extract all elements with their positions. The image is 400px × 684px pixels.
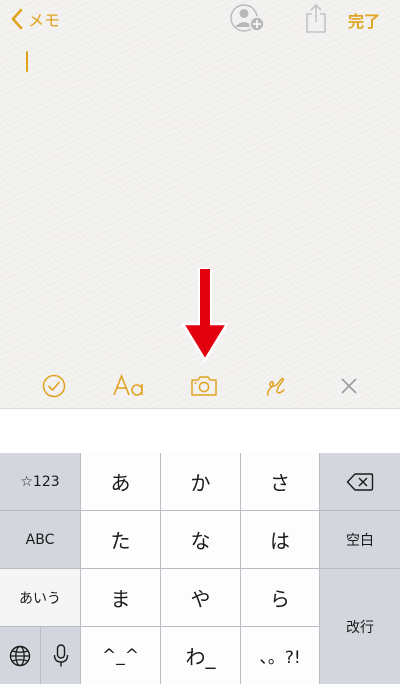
back-label: メモ — [28, 11, 61, 30]
punctuation-key[interactable]: 、。?! — [241, 627, 319, 684]
done-button[interactable]: 完了 — [348, 8, 380, 32]
backspace-icon — [346, 472, 374, 491]
keyboard-suggestion-bar — [0, 409, 400, 453]
key-label: な — [190, 529, 211, 553]
back-button[interactable]: メモ — [10, 6, 60, 32]
kana-key-ya[interactable]: や — [161, 569, 240, 626]
camera-button[interactable] — [188, 372, 220, 400]
kana-key-ta[interactable]: た — [81, 511, 160, 568]
numbers-symbols-key[interactable]: ☆123 — [0, 453, 80, 510]
japanese-kana-keyboard: ☆123 ABC あいう あ か さ た な は ま や ら ^_^ わ_ 、。… — [0, 453, 400, 684]
kana-key[interactable]: あいう — [0, 569, 80, 626]
key-label: 空白 — [346, 532, 374, 549]
key-label: や — [190, 587, 211, 611]
key-label: ABC — [25, 531, 55, 548]
key-label: わ_ — [185, 645, 216, 669]
key-label: ま — [110, 587, 131, 611]
close-toolbar-button[interactable] — [336, 372, 362, 400]
kana-key-na[interactable]: な — [161, 511, 240, 568]
kana-key-sa[interactable]: さ — [241, 453, 319, 510]
space-key[interactable]: 空白 — [320, 511, 400, 568]
sketch-button[interactable] — [262, 372, 290, 400]
kana-key-wa[interactable]: わ_ — [161, 627, 240, 684]
return-key[interactable]: 改行 — [320, 569, 400, 684]
kana-key-a[interactable]: あ — [81, 453, 160, 510]
globe-icon — [9, 645, 31, 666]
emoticon-key[interactable]: ^_^ — [81, 627, 160, 684]
key-label: あ — [110, 471, 131, 495]
kana-key-ma[interactable]: ま — [81, 569, 160, 626]
key-label: か — [190, 471, 211, 495]
checkmark-circle-icon — [42, 374, 66, 398]
camera-icon — [191, 376, 217, 396]
microphone-icon — [53, 643, 68, 666]
kana-key-ha[interactable]: は — [241, 511, 319, 568]
kana-key-ra[interactable]: ら — [241, 569, 319, 626]
text-cursor — [26, 51, 28, 72]
chevron-left-icon — [11, 8, 23, 30]
close-icon — [341, 378, 357, 394]
key-label: あいう — [19, 590, 61, 607]
key-label: さ — [270, 471, 290, 495]
globe-key[interactable] — [0, 627, 40, 684]
text-format-icon — [113, 373, 143, 396]
delete-key[interactable] — [320, 453, 400, 510]
red-arrow-indicator — [181, 268, 229, 362]
abc-key[interactable]: ABC — [0, 511, 80, 568]
dictation-key[interactable] — [41, 627, 80, 684]
add-person-icon[interactable] — [230, 3, 270, 35]
key-label: ^_^ — [102, 645, 139, 666]
key-label: ら — [270, 587, 290, 611]
checklist-button[interactable] — [40, 372, 68, 400]
key-label: 改行 — [346, 619, 374, 636]
key-label: ☆123 — [20, 473, 60, 490]
share-icon[interactable] — [304, 2, 328, 34]
sketch-squiggle-icon — [266, 377, 285, 396]
format-button[interactable] — [110, 372, 148, 400]
note-toolbar — [0, 366, 400, 406]
key-label: は — [270, 529, 290, 553]
key-label: 、。?! — [259, 648, 301, 668]
key-label: た — [110, 529, 131, 553]
kana-key-ka[interactable]: か — [161, 453, 240, 510]
